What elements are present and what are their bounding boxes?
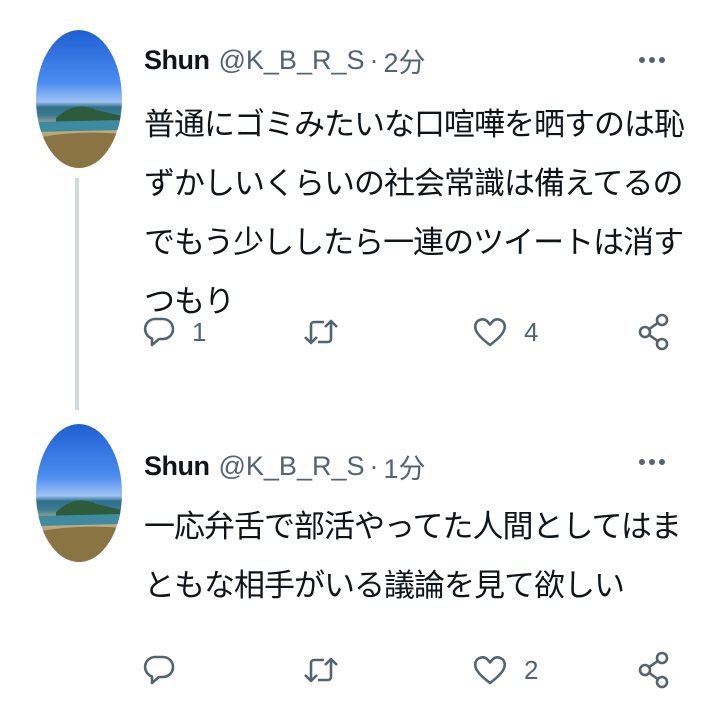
thread-connector-line [75, 178, 79, 410]
like-button[interactable]: 2 [472, 645, 538, 695]
reply-button[interactable]: 1 [142, 307, 206, 357]
timestamp[interactable]: 2分 [383, 41, 425, 80]
author-handle[interactable]: @K_B_R_S [219, 451, 365, 482]
tweet-actions: 2 [132, 645, 692, 695]
tweet[interactable]: Shun @K_B_R_S · 1分 一応弁舌で部活やってた人間としてはまともな… [0, 410, 701, 701]
retweet-button[interactable] [302, 307, 356, 357]
timestamp[interactable]: 1分 [383, 447, 425, 486]
separator-dot: · [369, 44, 379, 75]
tweet-header: Shun @K_B_R_S · 2分 [144, 40, 426, 80]
retweet-icon [304, 657, 338, 683]
tweet-actions: 1 4 [132, 307, 692, 357]
avatar-image [36, 500, 122, 562]
share-button[interactable] [637, 307, 671, 357]
more-options-icon[interactable] [632, 442, 672, 482]
heart-icon [473, 318, 507, 347]
retweet-button[interactable] [302, 645, 356, 695]
author-name[interactable]: Shun [144, 45, 210, 76]
reply-icon [143, 655, 175, 685]
reply-button[interactable] [142, 645, 192, 695]
tweet-text: 一応弁舌で部活やってた人間としてはまともな相手がいる議論を見て欲しい [144, 509, 682, 604]
tweet-header: Shun @K_B_R_S · 1分 [144, 446, 426, 486]
separator-dot: · [369, 450, 379, 481]
tweet-text: 普通にゴミみたいな口喧嘩を晒すのは恥ずかしいくらいの社会常識は備えてるのでもう少… [144, 107, 685, 320]
author-handle[interactable]: @K_B_R_S [219, 45, 365, 76]
more-options-icon[interactable] [632, 40, 672, 80]
tweet[interactable]: Shun @K_B_R_S · 2分 普通にゴミみたいな口喧嘩を晒すのは恥ずかし… [0, 0, 701, 410]
avatar-image [36, 106, 122, 168]
avatar[interactable] [36, 424, 122, 562]
reply-icon [143, 317, 175, 347]
avatar[interactable] [36, 30, 122, 168]
like-count: 2 [524, 654, 539, 685]
heart-icon [473, 656, 507, 685]
retweet-icon [304, 319, 338, 345]
share-icon [638, 651, 669, 689]
like-button[interactable]: 4 [472, 307, 538, 357]
like-count: 4 [524, 316, 539, 347]
author-name[interactable]: Shun [144, 451, 210, 482]
reply-count: 1 [192, 316, 207, 347]
share-button[interactable] [637, 645, 671, 695]
share-icon [638, 313, 669, 351]
